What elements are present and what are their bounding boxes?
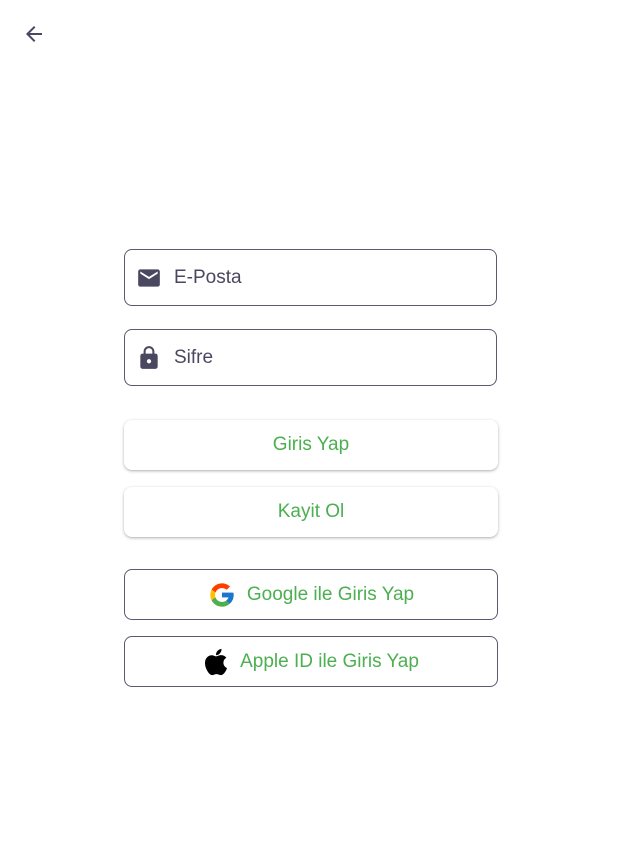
password-field[interactable]	[124, 329, 497, 386]
login-button-label: Giris Yap	[272, 434, 350, 455]
login-button[interactable]: Giris Yap	[124, 420, 498, 470]
lock-icon	[136, 345, 162, 371]
signup-button[interactable]: Kayit Ol	[124, 487, 498, 537]
arrow-left-icon	[26, 26, 42, 42]
email-input[interactable]	[174, 266, 474, 289]
google-icon	[208, 581, 236, 609]
apple-login-label: Apple ID ile Giris Yap	[240, 650, 419, 672]
apple-icon	[203, 647, 229, 677]
login-screen: Giris Yap Kayit Ol Google ile Giris Yap …	[0, 0, 622, 866]
google-login-label: Google ile Giris Yap	[246, 583, 415, 605]
google-login-button[interactable]: Google ile Giris Yap	[124, 569, 498, 620]
back-button[interactable]	[20, 20, 48, 48]
apple-login-button[interactable]: Apple ID ile Giris Yap	[124, 636, 498, 687]
mail-icon	[136, 265, 162, 291]
password-input[interactable]	[174, 346, 474, 369]
email-field[interactable]	[124, 249, 497, 306]
signup-button-label: Kayit Ol	[277, 501, 345, 522]
